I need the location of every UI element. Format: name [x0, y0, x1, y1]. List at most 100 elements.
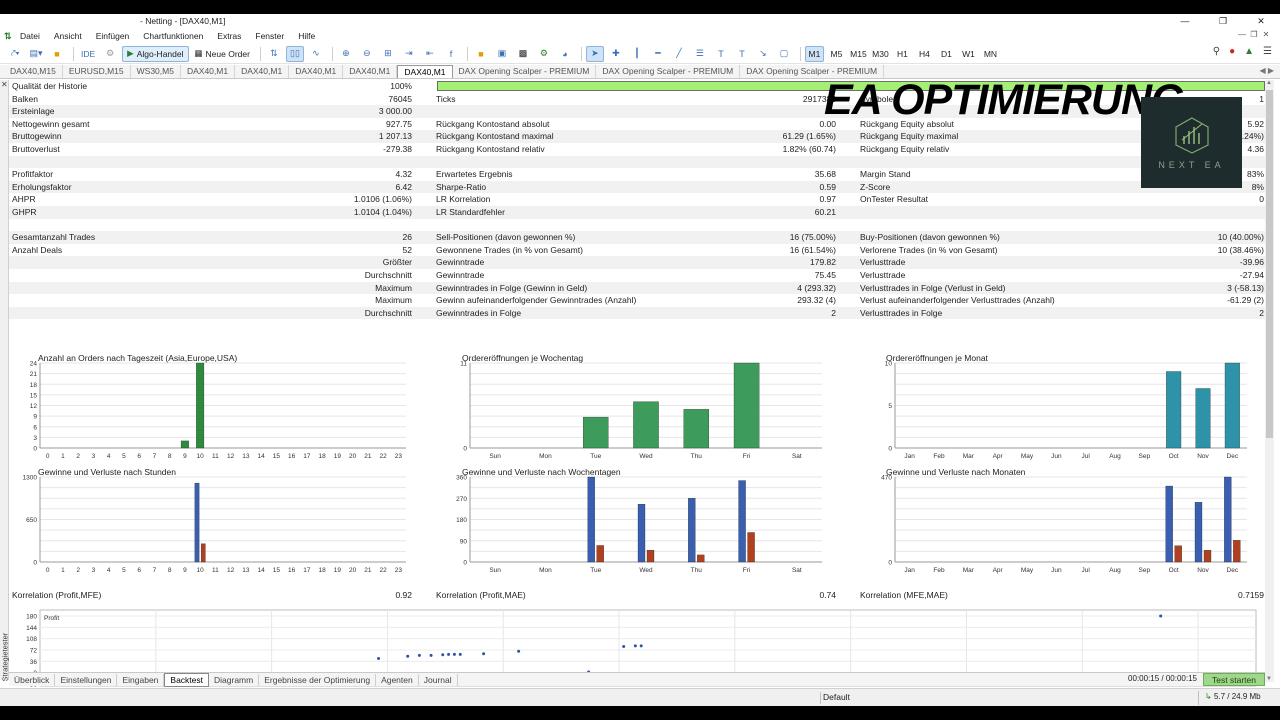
text-icon[interactable]: T [712, 46, 730, 62]
tile-windows-icon[interactable]: ⊞ [379, 46, 397, 62]
candle-chart-icon[interactable]: ▯▯ [285, 45, 304, 62]
profiles-icon[interactable]: ▤▾ [27, 46, 45, 62]
terminal-icon[interactable]: ▩ [514, 46, 532, 62]
report-scrollbar[interactable]: ▲ ▼ [1265, 80, 1274, 682]
tester-tab[interactable]: Agenten [376, 673, 419, 686]
text-label-icon[interactable]: T [733, 46, 751, 62]
zoom-out-icon[interactable]: ⊖ [358, 46, 376, 62]
menu-item-6[interactable]: Hilfe [298, 31, 315, 41]
account-icon[interactable]: ☰ [1263, 46, 1272, 57]
pl_weekday-bar [596, 545, 604, 563]
menu-item-2[interactable]: Einfügen [96, 31, 130, 41]
menu-item-3[interactable]: Chartfunktionen [143, 31, 203, 41]
x-tick-label: 13 [242, 567, 250, 574]
mdi-minimize-icon[interactable]: — [1236, 30, 1248, 39]
new-chart-icon[interactable]: ⤤▾ [6, 46, 24, 62]
chart-tab[interactable]: DAX Opening Scalper - PREMIUM [453, 65, 597, 78]
close-icon[interactable]: ✕ [1242, 14, 1280, 28]
close-tester-icon[interactable]: ✕ [0, 80, 8, 89]
scroll-up-icon[interactable]: ▲ [1266, 80, 1272, 86]
chart-tab[interactable]: DAX40,M1 [181, 65, 236, 78]
crosshair-icon[interactable]: ✚ [607, 46, 625, 62]
chart-tab[interactable]: DAX40,M1 [397, 65, 453, 78]
start-test-button[interactable]: Test starten [1203, 673, 1265, 686]
chart-tab[interactable]: WS30,M5 [131, 65, 181, 78]
search-icon[interactable]: ⚲ [1213, 46, 1220, 57]
tester-tab[interactable]: Einstellungen [55, 673, 118, 686]
signal-strength-icon[interactable]: ▲ [1244, 46, 1254, 57]
menu-item-5[interactable]: Fenster [255, 31, 284, 41]
pl_hour-bar [194, 482, 200, 563]
y-tick-label: 0 [888, 446, 892, 453]
chart-tab[interactable]: DAX40,M1 [289, 65, 344, 78]
scroll-thumb[interactable] [1266, 90, 1273, 438]
shapes-icon[interactable]: ▢ [775, 46, 793, 62]
trendline-icon[interactable]: ╱ [670, 46, 688, 62]
market-watch-icon[interactable]: ■ [48, 46, 66, 62]
chart-tab[interactable]: EURUSD,M15 [63, 65, 131, 78]
mdi-close-icon[interactable]: ✕ [1260, 30, 1272, 39]
screenshot-icon[interactable]: ◕ [556, 46, 574, 62]
scatter-point [406, 654, 410, 658]
backtest-report: Qualität der Historie 100% Balken 76045 Ti… [9, 76, 1265, 689]
stat-label: Nettogewinn gesamt [12, 118, 90, 129]
mdi-restore-icon[interactable]: ❐ [1248, 30, 1260, 39]
algo-trading-button[interactable]: ▶ Algo-Handel [122, 45, 189, 62]
vertical-line-icon[interactable]: ┃ [628, 46, 646, 62]
tab-scroll-arrows-icon[interactable]: ◀ ▶ [1259, 66, 1274, 75]
menu-item-1[interactable]: Ansicht [54, 31, 82, 41]
arrows-icon[interactable]: ↘ [754, 46, 772, 62]
period-h4-button[interactable]: H4 [915, 46, 934, 62]
period-m5-button[interactable]: M5 [827, 46, 846, 62]
line-chart-icon[interactable]: ∿ [307, 46, 325, 62]
minimize-icon[interactable]: — [1166, 14, 1204, 28]
period-h1-button[interactable]: H1 [893, 46, 912, 62]
horizontal-line-icon[interactable]: ━ [649, 46, 667, 62]
settings-icon[interactable]: ⚙ [101, 46, 119, 62]
chart-tab[interactable]: DAX40,M15 [4, 65, 63, 78]
x-tick-label: Nov [1197, 567, 1209, 574]
period-mn-button[interactable]: MN [981, 46, 1000, 62]
stat-label: Gewinntrades in Folge (Gewinn in Geld) [436, 282, 588, 293]
cursor-icon[interactable]: ➤ [585, 45, 604, 62]
period-m30-button[interactable]: M30 [871, 46, 890, 62]
equidistant-channel-icon[interactable]: ☰ [691, 46, 709, 62]
bar-chart-icon[interactable]: ⇅ [265, 46, 283, 62]
menu-item-0[interactable]: Datei [20, 31, 40, 41]
stat-label: Buy-Positionen (davon gewonnen %) [860, 232, 1000, 243]
period-m15-button[interactable]: M15 [849, 46, 868, 62]
period-w1-button[interactable]: W1 [959, 46, 978, 62]
tester-tab[interactable]: Journal [419, 673, 458, 686]
chart-tab[interactable]: DAX Opening Scalper - PREMIUM [596, 65, 741, 78]
tester-tab[interactable]: Eingaben [117, 673, 165, 686]
period-selector: M1 M5 M15 M30 H1 H4 D1 W1 MN [804, 45, 1003, 62]
period-d1-button[interactable]: D1 [937, 46, 956, 62]
notifications-icon[interactable]: ● [1229, 46, 1235, 57]
chart-tab[interactable]: DAX40,M1 [343, 65, 398, 78]
maximize-icon[interactable]: ❐ [1204, 14, 1242, 28]
zoom-in-icon[interactable]: ⊕ [337, 46, 355, 62]
stat-value: 1.0104 (1.04%) [353, 207, 412, 217]
x-tick-label: 6 [137, 567, 141, 574]
tester-tab[interactable]: Überblick [9, 673, 56, 686]
x-tick-label: Mar [963, 567, 975, 574]
chart-tab[interactable]: DAX40,M1 [235, 65, 290, 78]
stats-row: Maximum Gewinntrades in Folge (Gewinn in … [9, 281, 1265, 295]
period-m1-button[interactable]: M1 [804, 45, 824, 62]
menu-item-4[interactable]: Extras [217, 31, 241, 41]
tester-tab[interactable]: Backtest [164, 672, 210, 687]
scroll-down-icon[interactable]: ▼ [1266, 676, 1272, 682]
correlation-row: Korrelation (Profit,MFE) 0.92 Korrelatio… [9, 589, 1265, 602]
y-tick-label: 0 [463, 560, 467, 567]
folder-icon[interactable]: ■ [472, 46, 490, 62]
ide-button[interactable]: IDE [78, 46, 98, 62]
scroll-end-icon[interactable]: ⇥ [400, 46, 418, 62]
new-order-button[interactable]: ▦ Neue Order [192, 46, 253, 62]
scatter-point [458, 652, 462, 656]
tester-tab[interactable]: Diagramm [209, 673, 260, 686]
signals-icon[interactable]: ⚙ [535, 46, 553, 62]
chart-shift-icon[interactable]: ⇤ [421, 46, 439, 62]
indicators-icon[interactable]: f [442, 46, 460, 62]
templates-icon[interactable]: ▣ [493, 46, 511, 62]
tester-tab[interactable]: Ergebnisse der Optimierung [259, 673, 377, 686]
